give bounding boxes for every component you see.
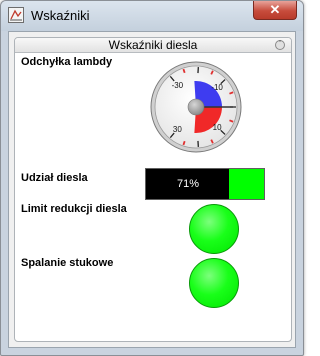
diesel-share-label: Udział diesla xyxy=(21,172,88,184)
panel-title: Wskaźniki diesla xyxy=(108,38,198,52)
gauge-tick-label: 30 xyxy=(173,125,182,134)
panel-header: Wskaźniki diesla ˆ xyxy=(15,38,291,53)
lambda-gauge: -30 -10 10 30 xyxy=(150,61,242,153)
knock-combustion-led xyxy=(189,258,239,308)
gauge-tick-label: -30 xyxy=(172,81,184,90)
gauge-tick xyxy=(182,140,186,146)
close-button[interactable]: ✕ xyxy=(253,1,297,20)
app-window: Wskaźniki ✕ Wskaźniki diesla ˆ Odchyłka … xyxy=(0,0,304,356)
lambda-deviation-label: Odchyłka lambdy xyxy=(21,56,113,68)
window-client-area: Wskaźniki diesla ˆ Odchyłka lambdy -30 -… xyxy=(8,31,296,348)
diesel-share-value: 71% xyxy=(176,178,200,190)
diesel-share-bar: 71% xyxy=(145,168,265,200)
gauge-app-icon xyxy=(8,7,24,23)
title-bar[interactable]: Wskaźniki ✕ xyxy=(1,1,303,31)
collapse-icon[interactable]: ˆ xyxy=(275,40,285,50)
window-title: Wskaźniki xyxy=(31,8,90,23)
gauge-tick xyxy=(182,68,186,74)
gauge-hub xyxy=(187,98,205,116)
diesel-indicators-panel: Wskaźniki diesla ˆ Odchyłka lambdy -30 -… xyxy=(14,37,292,342)
gauge-tick-label: -10 xyxy=(211,83,223,92)
gauge-tick-label: 10 xyxy=(213,123,222,132)
knock-combustion-label: Spalanie stukowe xyxy=(21,257,114,269)
diesel-reduction-limit-label: Limit redukcji diesla xyxy=(21,203,127,215)
diesel-reduction-limit-led xyxy=(189,204,239,254)
